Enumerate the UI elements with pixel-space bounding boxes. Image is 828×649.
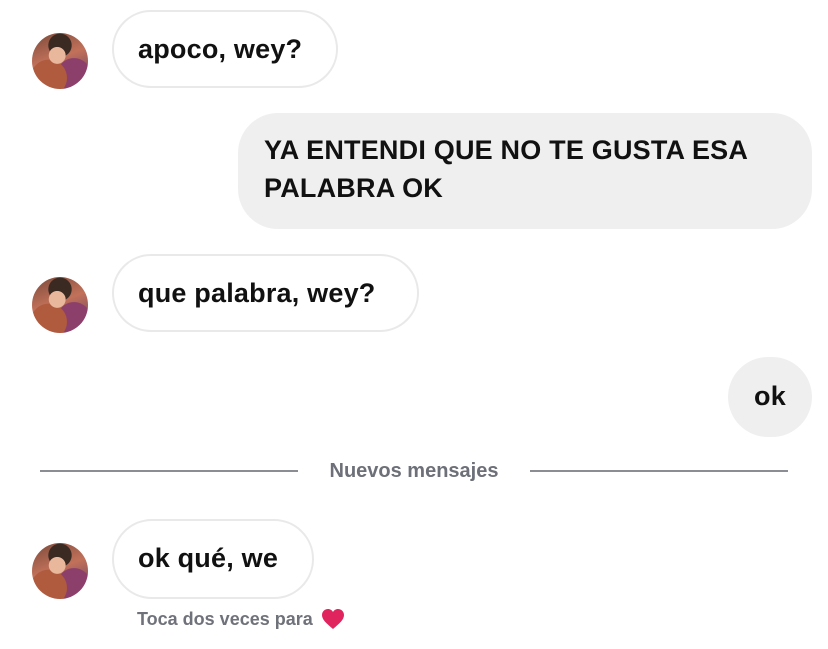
hint-text: Toca dos veces para — [137, 608, 313, 629]
message-bubble-outgoing[interactable]: ok — [728, 357, 812, 437]
message-bubble-incoming[interactable]: ok qué, we — [112, 519, 314, 599]
new-messages-divider: Nuevos mensajes — [329, 460, 499, 482]
message-text: que palabra, wey? — [138, 278, 376, 308]
double-tap-hint: Toca dos veces para — [137, 608, 345, 630]
divider-line-right — [530, 470, 788, 472]
message-text-line-1: YA ENTENDI QUE NO TE GUSTA ESA — [264, 135, 749, 165]
avatar[interactable] — [32, 33, 88, 89]
avatar[interactable] — [32, 543, 88, 599]
heart-icon — [321, 608, 345, 630]
message-text: ok — [754, 381, 786, 411]
message-bubble-outgoing[interactable]: YA ENTENDI QUE NO TE GUSTA ESA PALABRA O… — [238, 113, 812, 229]
message-text-line-2: PALABRA OK — [264, 173, 443, 203]
message-bubble-incoming[interactable]: que palabra, wey? — [112, 254, 419, 332]
message-bubble-incoming[interactable]: apoco, wey? — [112, 10, 338, 88]
message-text: apoco, wey? — [138, 34, 303, 64]
message-text: ok qué, we — [138, 543, 279, 573]
avatar[interactable] — [32, 277, 88, 333]
divider-line-left — [40, 470, 298, 472]
